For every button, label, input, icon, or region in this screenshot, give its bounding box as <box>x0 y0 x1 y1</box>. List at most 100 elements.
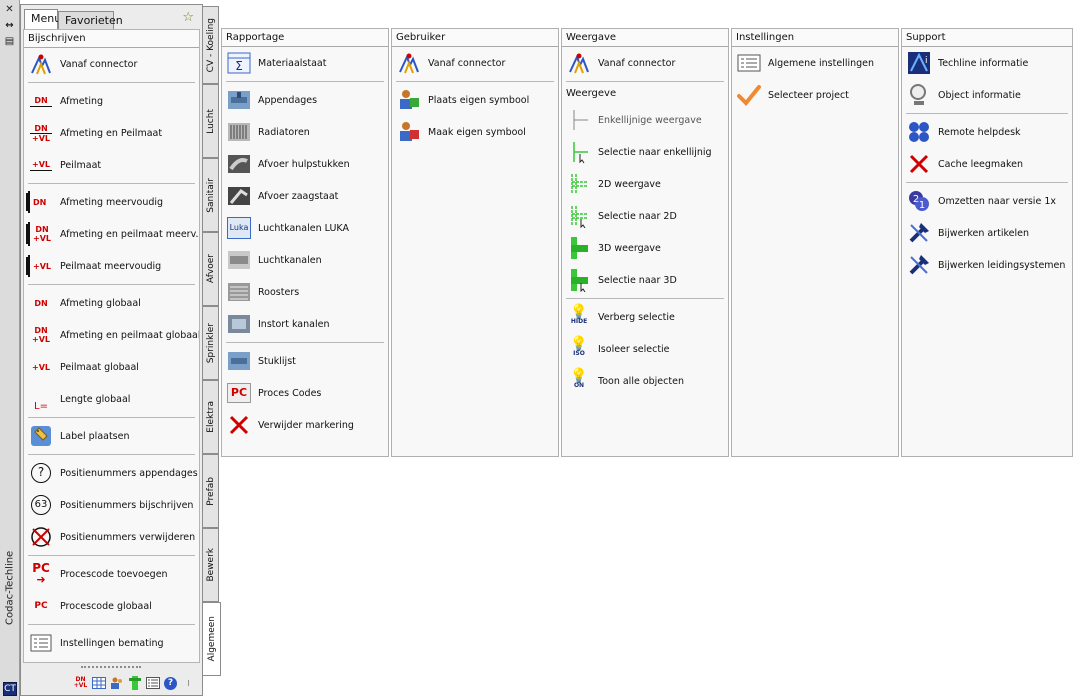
list-item-afmeting-en-peilmaat-globaal[interactable]: DN +VL Afmeting en peilmaat globaal <box>24 319 199 351</box>
list-item-instellingen-bemating[interactable]: Instellingen bemating <box>24 627 199 659</box>
list-item-vanaf-connector[interactable]: Vanaf connector <box>24 48 199 80</box>
list-item-bijwerken-artikelen[interactable]: Bijwerken artikelen <box>902 217 1072 249</box>
list-item-positienummers-verwijderen[interactable]: Positienummers verwijderen <box>24 521 199 553</box>
list-item-appendages[interactable]: Appendages <box>222 84 388 116</box>
dn-vl-icon[interactable]: DN +VL <box>73 676 88 691</box>
list-item-verberg-selectie[interactable]: 💡 HIDE Verberg selectie <box>562 301 728 333</box>
properties-menu-icon[interactable]: ▤ <box>3 36 16 48</box>
settings-list-icon <box>736 50 762 76</box>
list-item-selecteer-project[interactable]: Selecteer project <box>732 79 898 111</box>
tab-favorieten[interactable]: Favorieten <box>58 11 123 30</box>
list-item-techline-informatie[interactable]: i Techline informatie <box>902 47 1072 79</box>
tab-lucht[interactable]: Lucht <box>203 84 219 158</box>
list-item-selectie-naar-enkellijnig[interactable]: Selectie naar enkellijnig <box>562 136 728 168</box>
help-icon[interactable]: ? <box>163 676 178 691</box>
section-title-weergave: Weergave <box>562 29 728 47</box>
tab-afvoer[interactable]: Afvoer <box>203 232 219 306</box>
checkmark-icon <box>736 82 762 108</box>
show-all-bulb-icon: 💡 ON <box>570 368 588 389</box>
list-item-afvoer-zaagstaat[interactable]: Afvoer zaagstaat <box>222 180 388 212</box>
list-item-peilmaat-meervoudig[interactable]: +VL Peilmaat meervoudig <box>24 250 199 282</box>
user-create-icon <box>396 119 422 145</box>
list-item-afvoer-hulpstukken[interactable]: Afvoer hulpstukken <box>222 148 388 180</box>
tab-elektra[interactable]: Elektra <box>203 380 219 454</box>
list-item-selectie-naar-2d[interactable]: Selectie naar 2D <box>562 200 728 232</box>
list-item-procescode-toevoegen[interactable]: PC ➜ Procescode toevoegen <box>24 558 199 590</box>
list-item-luchtkanalen-luka[interactable]: Luka Luchtkanalen LUKA <box>222 212 388 244</box>
wrench-icon <box>906 220 932 246</box>
list-item-toon-alle-objecten[interactable]: 💡 ON Toon alle objecten <box>562 365 728 397</box>
list-item-afmeting[interactable]: DN Afmeting <box>24 85 199 117</box>
tab-prefab[interactable]: Prefab <box>203 454 219 528</box>
users-icon[interactable] <box>109 676 124 691</box>
list-item-lengte-globaal[interactable]: L= Lengte globaal <box>24 383 199 415</box>
list-item-bijwerken-leidingsystemen[interactable]: Bijwerken leidingsystemen <box>902 249 1072 281</box>
list-item-vanaf-connector[interactable]: Vanaf connector <box>392 47 558 79</box>
list-item-vanaf-connector[interactable]: Vanaf connector <box>562 47 728 79</box>
valve-icon <box>226 87 252 113</box>
drain-fitting-icon <box>226 151 252 177</box>
vl-icon: +VL <box>30 159 52 171</box>
list-item-afmeting-meervoudig[interactable]: DN Afmeting meervoudig <box>24 186 199 218</box>
list-item-instort-kanalen[interactable]: Instort kanalen <box>222 308 388 340</box>
list-item-3d-weergave[interactable]: 3D weergave <box>562 232 728 264</box>
list-item-plaats-eigen-symbool[interactable]: Plaats eigen symbool <box>392 84 558 116</box>
pin-icon[interactable]: ☆ <box>182 10 194 25</box>
select-3d-icon <box>566 267 592 293</box>
tab-algemeen[interactable]: Algemeen <box>203 602 221 676</box>
list-item-materiaalstaat[interactable]: Σ Materiaalstaat <box>222 47 388 79</box>
list-item-luchtkanalen[interactable]: Luchtkanalen <box>222 244 388 276</box>
close-icon[interactable]: ✕ <box>3 4 16 16</box>
list-item-selectie-naar-3d[interactable]: Selectie naar 3D <box>562 264 728 296</box>
list-item-peilmaat-globaal[interactable]: +VL Peilmaat globaal <box>24 351 199 383</box>
list-item-object-informatie[interactable]: Object informatie <box>902 79 1072 111</box>
settings-list-icon[interactable] <box>145 676 160 691</box>
question-circle-icon: ? <box>28 460 54 486</box>
list-item-remote-helpdesk[interactable]: Remote helpdesk <box>902 116 1072 148</box>
length-icon: L= <box>34 401 48 412</box>
list-item-label-plaatsen[interactable]: Label plaatsen <box>24 420 199 452</box>
list-item-enkellijnige-weergave[interactable]: Enkellijnige weergave <box>562 104 728 136</box>
list-item-2d-weergave[interactable]: 2D weergave <box>562 168 728 200</box>
convert-version-icon: 21 <box>906 188 932 214</box>
svg-text:Σ: Σ <box>235 59 243 73</box>
svg-text:1: 1 <box>919 200 925 211</box>
list-item-procescode-globaal[interactable]: PC Procescode globaal <box>24 590 199 622</box>
tab-sprinkler[interactable]: Sprinkler <box>203 306 219 380</box>
tab-menu[interactable]: Menu <box>24 9 61 30</box>
list-item-roosters[interactable]: Roosters <box>222 276 388 308</box>
hide-bulb-icon: 💡 HIDE <box>570 304 588 325</box>
pipe-icon[interactable] <box>127 676 142 691</box>
dock-icon[interactable]: ↔ <box>3 20 16 32</box>
list-item-omzetten-naar-versie[interactable]: 21 Omzetten naar versie 1x <box>902 185 1072 217</box>
list-item-radiatoren[interactable]: Radiatoren <box>222 116 388 148</box>
list-item-stuklijst[interactable]: Stuklijst <box>222 345 388 377</box>
list-item-afmeting-globaal[interactable]: DN Afmeting globaal <box>24 287 199 319</box>
section-title-support: Support <box>902 29 1072 47</box>
tab-bewerk[interactable]: Bewerk <box>203 528 219 602</box>
column-weergave: Weergave Vanaf connector Weergeve Enkell… <box>561 28 729 457</box>
dn-vl-global-icon: DN +VL <box>32 326 50 344</box>
parts-list-icon <box>226 348 252 374</box>
tab-sanitair[interactable]: Sanitair <box>203 158 219 232</box>
list-item-verwijder-markering[interactable]: Verwijder markering <box>222 409 388 441</box>
list-item-afmeting-en-peilmaat-meerv[interactable]: DN +VL Afmeting en peilmaat meerv. <box>24 218 199 250</box>
table-icon[interactable] <box>91 676 106 691</box>
list-item-afmeting-en-peilmaat[interactable]: DN +VL Afmeting en Peilmaat <box>24 117 199 149</box>
column-gebruiker: Gebruiker Vanaf connector Plaats eigen s… <box>391 28 559 457</box>
number-circle-icon: 63 <box>28 492 54 518</box>
list-item-cache-leegmaken[interactable]: Cache leegmaken <box>902 148 1072 180</box>
view-2d-icon <box>566 171 592 197</box>
settings-list-icon <box>28 630 54 656</box>
list-item-peilmaat[interactable]: +VL Peilmaat <box>24 149 199 181</box>
list-item-isoleer-selectie[interactable]: 💡 ISO Isoleer selectie <box>562 333 728 365</box>
resize-grip[interactable] <box>81 666 141 669</box>
list-item-proces-codes[interactable]: PC Proces Codes <box>222 377 388 409</box>
saw-icon <box>226 183 252 209</box>
tab-cv-koeling[interactable]: CV - Koeling <box>203 6 219 84</box>
list-item-positienummers-bijschrijven[interactable]: 63 Positienummers bijschrijven <box>24 489 199 521</box>
more-icon[interactable]: ⁝ <box>181 676 196 691</box>
list-item-algemene-instellingen[interactable]: Algemene instellingen <box>732 47 898 79</box>
list-item-positienummers-appendages[interactable]: ? Positienummers appendages <box>24 457 199 489</box>
list-item-maak-eigen-symbool[interactable]: Maak eigen symbool <box>392 116 558 148</box>
